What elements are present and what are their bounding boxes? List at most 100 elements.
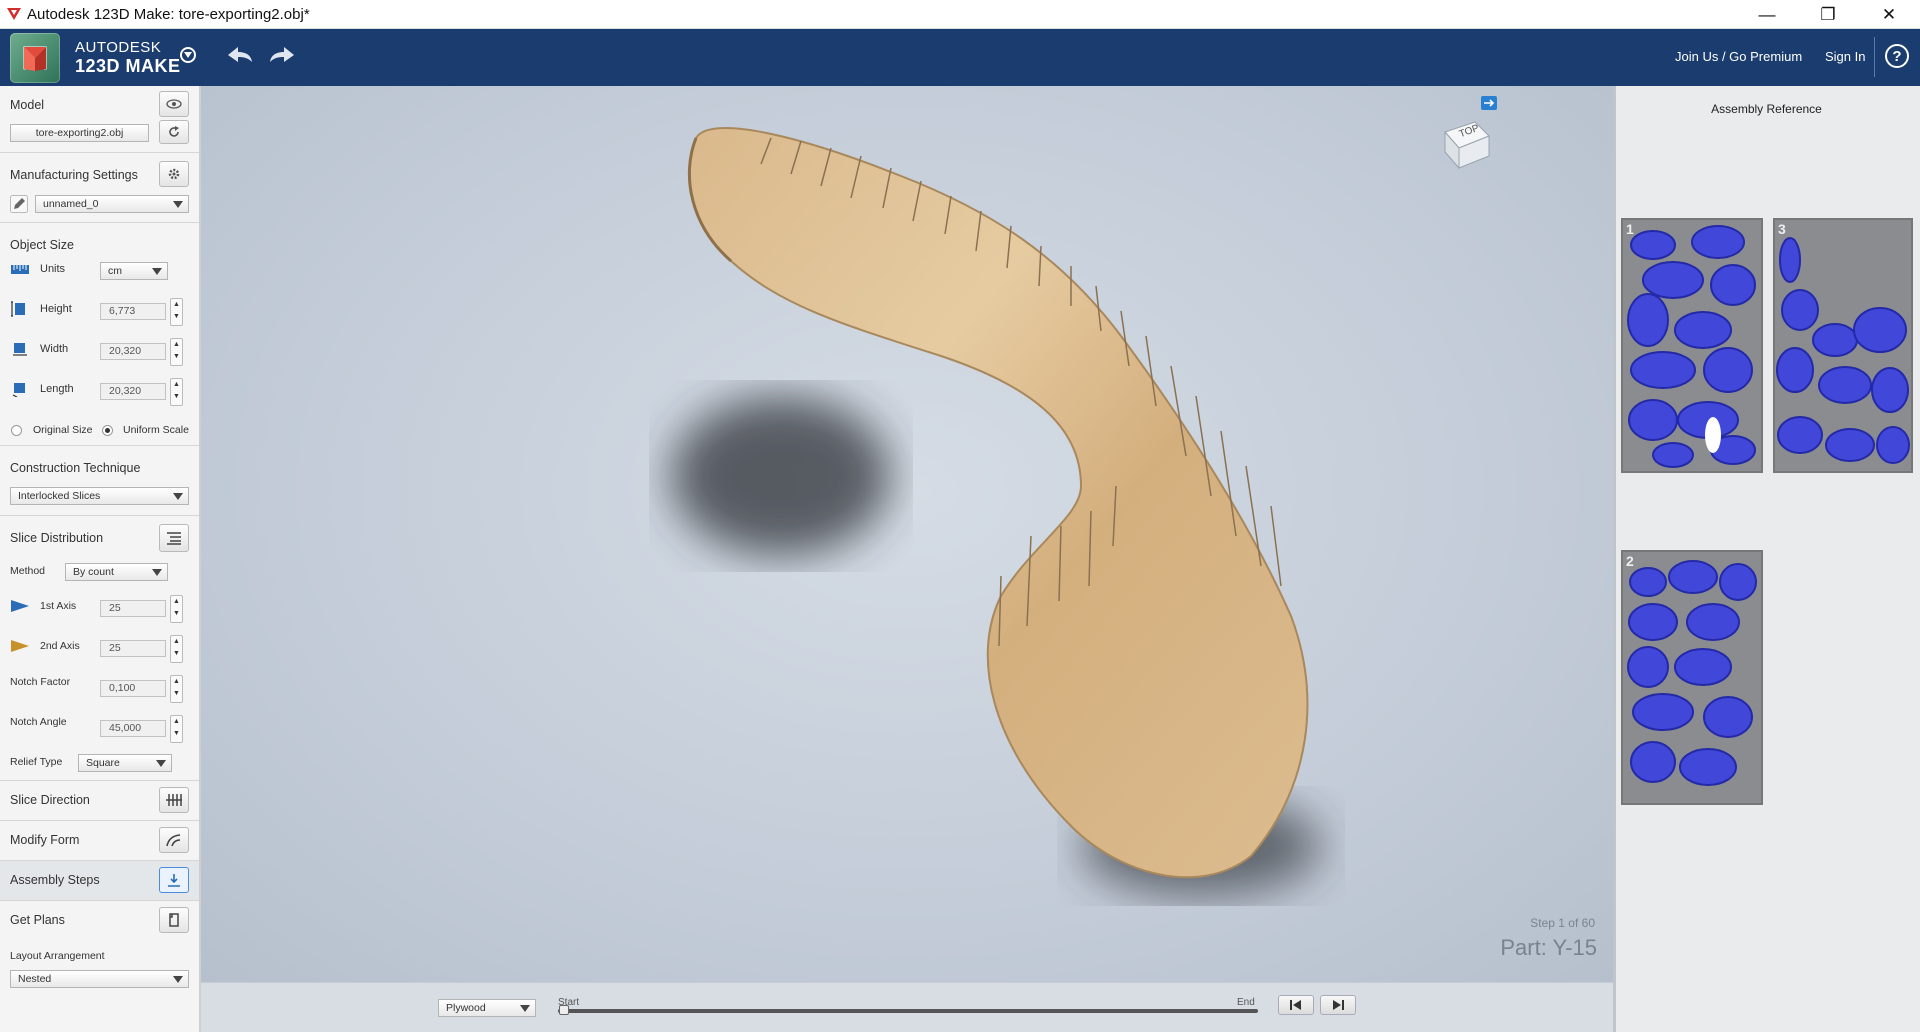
get-plans-title: Get Plans [10,913,65,927]
machine-preset-value: unnamed_0 [43,198,99,210]
width-input[interactable]: 20,320 [100,343,166,360]
app-logo[interactable] [10,33,60,83]
plan-sheet-2[interactable]: 2 [1621,550,1763,805]
notch-factor-label: Notch Factor [10,676,71,688]
second-axis-input[interactable]: 25 [100,640,166,657]
edit-pencil-icon[interactable] [10,195,28,213]
undo-icon[interactable] [226,43,254,67]
width-label: Width [40,343,69,355]
method-label: Method [10,565,46,577]
join-premium-link[interactable]: Join Us / Go Premium [1675,49,1802,64]
chevron-down-icon [156,760,166,767]
window-title: Autodesk 123D Make: tore-exporting2.obj* [27,6,310,23]
sheet-number: 2 [1626,553,1634,569]
first-axis-stepper[interactable]: ▲ ▼ [170,595,183,623]
chevron-down-icon [173,976,183,983]
assembly-steps-title: Assembly Steps [10,873,100,887]
document-icon [169,913,179,927]
height-icon [11,301,25,317]
eye-icon [166,99,182,109]
help-button[interactable]: ? [1885,44,1909,68]
units-dropdown[interactable]: cm [100,262,168,280]
modify-form-title: Modify Form [10,833,80,847]
notch-angle-stepper[interactable]: ▲ ▼ [170,715,183,743]
slice-distribution-title: Slice Distribution [10,531,104,545]
header-divider [1874,37,1875,77]
gear-icon [168,168,180,180]
construction-dropdown[interactable]: Interlocked Slices [10,487,189,505]
timeline-slider-track[interactable] [558,1009,1258,1013]
maximize-button[interactable]: ❐ [1805,0,1851,29]
slices-icon [166,794,182,806]
manufacturing-title: Manufacturing Settings [10,168,138,182]
sheet-number: 1 [1626,221,1634,237]
model-title: Model [10,98,45,112]
width-icon [13,343,27,356]
layout-arrangement-value: Nested [18,973,52,985]
slice-distribution-button[interactable] [159,524,189,552]
modify-form-section[interactable]: Modify Form [0,821,199,861]
width-stepper[interactable]: ▲ ▼ [170,338,183,366]
list-icon [167,532,181,545]
previous-step-button[interactable] [1278,995,1314,1015]
collapse-panel-icon[interactable] [1481,96,1497,110]
slice-direction-section[interactable]: Slice Direction [0,781,199,821]
timeline-slider-handle[interactable] [559,1005,569,1015]
relief-type-dropdown[interactable]: Square [78,754,172,772]
timeline-end-label: End [1237,997,1255,1008]
notch-factor-input[interactable]: 0,100 [100,680,166,697]
next-step-button[interactable] [1320,995,1356,1015]
slice-direction-button[interactable] [159,787,189,813]
app-menu-button[interactable] [180,47,196,63]
uniform-scale-radio[interactable] [102,425,113,436]
minimize-button[interactable]: — [1744,0,1790,29]
visibility-button[interactable] [159,91,189,117]
layout-arrangement-dropdown[interactable]: Nested [10,970,189,988]
material-dropdown[interactable]: Plywood [438,999,536,1017]
sign-in-link[interactable]: Sign In [1825,49,1865,64]
assembly-steps-button[interactable] [159,867,189,893]
sheet-parts-thumbnail [1627,560,1757,786]
step-indicator: Step 1 of 60 [1530,916,1595,930]
refresh-model-button[interactable] [159,120,189,144]
chevron-down-icon [152,268,162,275]
model-file-field[interactable]: tore-exporting2.obj [10,124,149,142]
redo-icon[interactable] [268,43,296,67]
length-input[interactable]: 20,320 [100,383,166,400]
notch-factor-stepper[interactable]: ▲ ▼ [170,675,183,703]
plan-sheet-3[interactable]: 3 [1773,218,1913,473]
object-size-section: Object Size Units cm Height 6,773 ▲ ▼ Wid… [0,223,199,446]
chevron-down-icon [152,569,162,576]
notch-angle-label: Notch Angle [10,716,67,728]
sheet-number: 3 [1778,221,1786,237]
assembly-steps-section[interactable]: Assembly Steps [0,861,199,901]
machine-preset-dropdown[interactable]: unnamed_0 [35,195,189,213]
app-header: AUTODESK 123D MAKE Join Us / Go Premium … [0,29,1920,86]
chevron-down-icon [184,52,192,58]
second-axis-label: 2nd Axis [40,640,80,652]
height-input[interactable]: 6,773 [100,303,166,320]
get-plans-button[interactable] [159,907,189,933]
3d-viewport[interactable]: TOP Step 1 of 60 Part: Y-15 [201,86,1777,982]
plan-sheet-1[interactable]: 1 [1621,218,1763,473]
part-label: Part: Y-15 [1500,935,1597,960]
length-icon [12,383,25,397]
modify-form-button[interactable] [159,827,189,853]
length-stepper[interactable]: ▲ ▼ [170,378,183,406]
sheet-parts-thumbnail [1627,225,1756,468]
skip-back-icon [1290,1000,1301,1010]
method-dropdown[interactable]: By count [65,563,168,581]
original-size-radio[interactable] [11,425,22,436]
view-cube[interactable]: TOP [1437,116,1493,172]
get-plans-section: Get Plans Layout Arrangement Nested [0,901,199,1032]
close-button[interactable]: ✕ [1866,0,1912,29]
method-value: By count [73,566,114,578]
assembly-icon [168,874,180,887]
window-titlebar: Autodesk 123D Make: tore-exporting2.obj*… [0,0,1920,29]
manufacturing-settings-button[interactable] [159,161,189,187]
second-axis-stepper[interactable]: ▲ ▼ [170,635,183,663]
height-stepper[interactable]: ▲ ▼ [170,298,183,326]
cube-logo-icon [23,46,47,71]
notch-angle-input[interactable]: 45,000 [100,720,166,737]
first-axis-input[interactable]: 25 [100,600,166,617]
